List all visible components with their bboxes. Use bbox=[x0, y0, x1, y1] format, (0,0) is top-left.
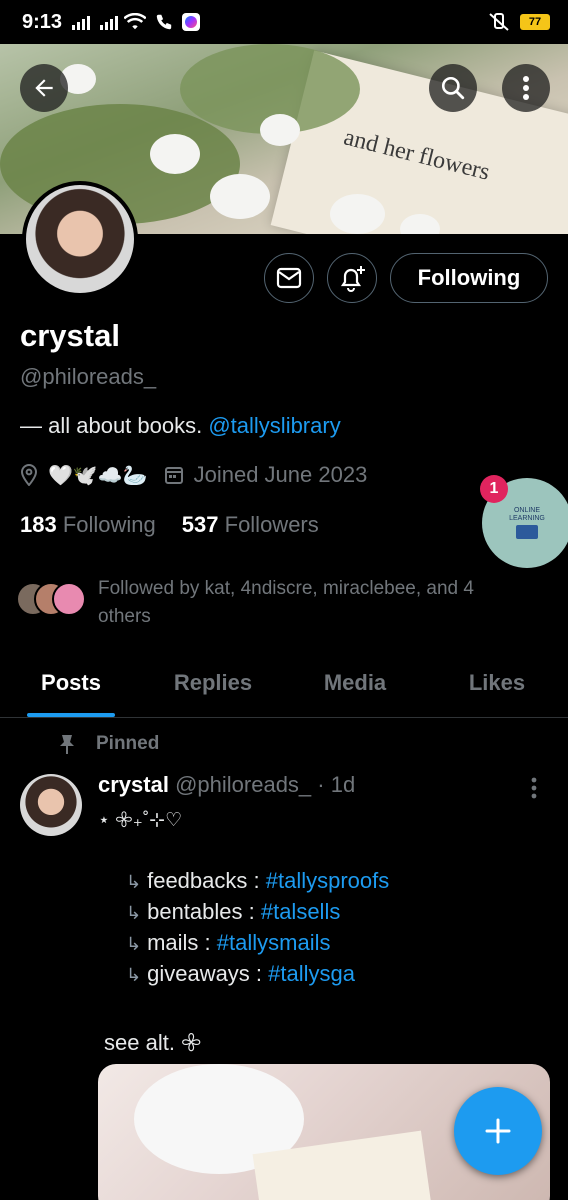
mute-icon bbox=[489, 13, 509, 31]
followers-stat[interactable]: 537 Followers bbox=[182, 512, 319, 538]
post-avatar[interactable] bbox=[20, 774, 82, 836]
envelope-icon bbox=[276, 267, 302, 289]
more-options-button[interactable] bbox=[502, 64, 550, 112]
notifications-button[interactable] bbox=[327, 253, 377, 303]
post-item-feedbacks: ↳ feedbacks : #tallysproofs bbox=[126, 868, 389, 894]
back-button[interactable] bbox=[20, 64, 68, 112]
bio-text: — all about books. bbox=[20, 413, 209, 438]
profile-avatar[interactable] bbox=[22, 181, 138, 297]
post-item-mails: ↳ mails : #tallysmails bbox=[126, 930, 330, 956]
followers-label: Followers bbox=[224, 512, 319, 537]
post-item-giveaways: ↳ giveaways : #tallysga bbox=[126, 961, 355, 987]
badge-line1: ONLINE bbox=[513, 506, 541, 514]
hashtag-link[interactable]: #talsells bbox=[261, 899, 340, 924]
following-count: 183 bbox=[20, 512, 57, 537]
tab-media[interactable]: Media bbox=[284, 648, 426, 717]
followed-by[interactable]: Followed by kat, 4ndiscre, miraclebee, a… bbox=[16, 575, 528, 631]
following-stat[interactable]: 183 Following bbox=[20, 512, 156, 538]
joined-date: Joined June 2023 bbox=[193, 462, 368, 487]
pinned-label: Pinned bbox=[96, 733, 160, 754]
compose-button[interactable] bbox=[454, 1087, 542, 1175]
post-footer: see alt. 𖧷 bbox=[104, 1030, 202, 1055]
post-time: · 1d bbox=[317, 772, 356, 797]
avatar bbox=[52, 582, 86, 616]
post-handle: @philoreads_ bbox=[175, 772, 312, 797]
followed-by-text: Followed by kat, 4ndiscre, miraclebee, a… bbox=[98, 578, 474, 627]
back-arrow-icon bbox=[35, 79, 53, 97]
profile-handle: @philoreads_ bbox=[20, 364, 157, 389]
following-button[interactable]: Following bbox=[390, 253, 548, 303]
post-item-bentables: ↳ bentables : #talsells bbox=[126, 899, 340, 925]
following-label: Following bbox=[62, 512, 156, 537]
display-name: crystal bbox=[20, 318, 120, 353]
signal-icon-2 bbox=[100, 14, 119, 30]
profile-tabs: Posts Replies Media Likes bbox=[0, 648, 568, 718]
post-author[interactable]: crystal bbox=[98, 772, 169, 797]
hashtag-link[interactable]: #tallysga bbox=[268, 961, 355, 986]
message-button[interactable] bbox=[264, 253, 314, 303]
pinned-indicator: Pinned bbox=[58, 733, 159, 755]
more-vertical-icon bbox=[523, 76, 529, 100]
post-header: crystal @philoreads_ · 1d bbox=[98, 772, 355, 798]
location-pin-icon bbox=[20, 464, 38, 486]
signal-icon bbox=[72, 14, 91, 30]
item-label: mails : bbox=[147, 930, 217, 955]
search-icon bbox=[441, 76, 465, 100]
arrow-icon: ↳ bbox=[126, 872, 142, 892]
search-button[interactable] bbox=[429, 64, 477, 112]
badge-count: 1 bbox=[480, 475, 508, 503]
pin-icon bbox=[60, 735, 74, 754]
messenger-icon bbox=[182, 13, 201, 31]
status-bar: 9:13 77 bbox=[0, 0, 568, 44]
item-label: bentables : bbox=[147, 899, 261, 924]
bell-plus-icon bbox=[340, 266, 365, 292]
follow-stats: 183 Following 537 Followers bbox=[20, 512, 319, 538]
followers-count: 537 bbox=[181, 512, 219, 537]
bio-mention-link[interactable]: @tallyslibrary bbox=[208, 413, 340, 438]
location-emojis: 🤍🕊️☁️🦢 bbox=[48, 464, 148, 487]
followers-avatars bbox=[16, 575, 90, 616]
wifi-icon bbox=[124, 13, 147, 30]
hashtag-link[interactable]: #tallysproofs bbox=[266, 868, 390, 893]
item-label: giveaways : bbox=[147, 961, 269, 986]
plus-icon bbox=[485, 1118, 511, 1144]
post-more-button[interactable] bbox=[530, 776, 538, 805]
tab-replies[interactable]: Replies bbox=[142, 648, 284, 717]
profile-bio: — all about books. @tallyslibrary bbox=[20, 413, 341, 439]
battery-icon: 77 bbox=[520, 14, 550, 30]
calendar-icon bbox=[164, 467, 183, 484]
badge-line2: LEARNING bbox=[509, 514, 545, 522]
call-icon bbox=[156, 14, 172, 30]
post-line1: ⋆ 𖧷₊˚⊹♡ bbox=[98, 810, 183, 831]
arrow-icon: ↳ bbox=[126, 965, 142, 985]
book-icon bbox=[516, 525, 538, 540]
more-vertical-icon bbox=[531, 777, 537, 799]
status-time: 9:13 bbox=[22, 10, 63, 33]
hashtag-link[interactable]: #tallysmails bbox=[217, 930, 331, 955]
tab-posts[interactable]: Posts bbox=[0, 648, 142, 717]
item-label: feedbacks : bbox=[147, 868, 266, 893]
arrow-icon: ↳ bbox=[126, 903, 142, 923]
arrow-icon: ↳ bbox=[126, 934, 142, 954]
tab-likes[interactable]: Likes bbox=[426, 648, 568, 717]
profile-meta: 🤍🕊️☁️🦢 Joined June 2023 bbox=[20, 462, 367, 488]
